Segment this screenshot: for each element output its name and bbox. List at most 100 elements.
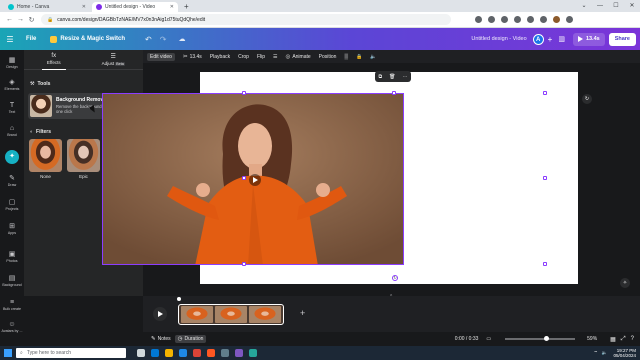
- playback-button[interactable]: Playback: [210, 54, 230, 60]
- duration-button[interactable]: ◷ Duration: [174, 335, 207, 343]
- border-style-icon[interactable]: ☰: [273, 54, 277, 60]
- flip-button[interactable]: Flip: [257, 54, 265, 60]
- app-icon[interactable]: [249, 349, 257, 357]
- resize-handle-top-left[interactable]: [242, 91, 246, 95]
- extension-icon[interactable]: [527, 16, 534, 23]
- lock-icon[interactable]: 🔒: [356, 54, 362, 60]
- cloud-save-icon[interactable]: ☁: [178, 35, 185, 43]
- timeline-play-button[interactable]: [153, 307, 167, 321]
- resize-handle-top[interactable]: [392, 91, 396, 95]
- profile-icon[interactable]: [553, 16, 560, 23]
- edge-icon[interactable]: [151, 349, 159, 357]
- app-icon[interactable]: [221, 349, 229, 357]
- refresh-icon[interactable]: ↻: [582, 94, 592, 104]
- rail-item-text[interactable]: T Text: [0, 101, 24, 115]
- redo-icon[interactable]: ↷: [160, 35, 167, 44]
- zoom-slider-knob[interactable]: [543, 336, 549, 342]
- extension-icon[interactable]: [475, 16, 482, 23]
- minimize-icon[interactable]: —: [592, 0, 608, 12]
- resize-handle-bottom-right[interactable]: [543, 262, 547, 266]
- resize-handle-right[interactable]: [543, 176, 547, 180]
- chrome-icon[interactable]: [193, 349, 201, 357]
- rail-item-apps[interactable]: ⊞ Apps: [0, 222, 24, 236]
- reload-icon[interactable]: ↻: [26, 16, 37, 24]
- file-menu-button[interactable]: File: [26, 36, 36, 42]
- trim-button[interactable]: ✂ 13.4s: [183, 54, 202, 60]
- undo-icon[interactable]: ↶: [145, 35, 152, 44]
- rail-item-bulk-create[interactable]: ≡ Bulk create: [0, 298, 24, 312]
- transparency-icon[interactable]: ▒: [344, 54, 348, 60]
- app-icon[interactable]: [235, 349, 243, 357]
- edit-video-button[interactable]: Edit video: [147, 52, 175, 61]
- chevron-up-icon[interactable]: ⌃: [389, 294, 393, 300]
- filter-none[interactable]: None: [29, 139, 62, 179]
- page-view-icon[interactable]: ▭: [486, 336, 491, 342]
- delete-icon[interactable]: 🗑: [389, 74, 395, 80]
- rotate-handle-icon[interactable]: ↻: [392, 275, 398, 281]
- mail-icon[interactable]: [179, 349, 187, 357]
- filter-epic[interactable]: Epic: [67, 139, 100, 179]
- fullscreen-icon[interactable]: ⤢: [621, 336, 626, 343]
- add-collaborator-icon[interactable]: +: [548, 35, 553, 44]
- add-page-button[interactable]: +: [300, 308, 305, 318]
- zoom-slider[interactable]: [505, 336, 576, 342]
- rail-item-brand[interactable]: ⌂ Brand: [0, 124, 24, 138]
- resize-handle-bottom-left[interactable]: [242, 262, 246, 266]
- rail-item-draw[interactable]: ✎ Draw: [0, 174, 24, 188]
- volume-icon[interactable]: 🔈: [602, 350, 608, 356]
- rail-item-magic[interactable]: ✦: [0, 150, 24, 164]
- rail-item-projects[interactable]: ▢ Projects: [0, 198, 24, 212]
- firefox-icon[interactable]: [207, 349, 215, 357]
- url-field[interactable]: 🔒 canva.com/design/DAGBbTzNAE/MV7x0n3nAi…: [41, 14, 451, 25]
- browser-tab-design[interactable]: Untitled design - Video ✕: [92, 2, 178, 12]
- volume-icon[interactable]: 🔈: [370, 54, 376, 60]
- tab-effects[interactable]: fx Effects: [24, 50, 84, 70]
- resize-magic-switch-button[interactable]: Resize & Magic Switch: [50, 35, 125, 43]
- more-icon[interactable]: ⋯: [402, 74, 407, 80]
- task-view-icon[interactable]: [137, 349, 145, 357]
- notes-button[interactable]: ✎ Notes: [151, 336, 171, 342]
- crop-button[interactable]: Crop: [238, 54, 249, 60]
- extension-icon[interactable]: [540, 16, 547, 23]
- rail-item-background[interactable]: ▤ Background: [0, 274, 24, 288]
- extension-icon[interactable]: [501, 16, 508, 23]
- taskbar-search[interactable]: ⌕ Type here to search: [16, 348, 126, 358]
- duplicate-icon[interactable]: ⧉: [379, 74, 383, 80]
- close-icon[interactable]: ✕: [170, 4, 174, 10]
- back-icon[interactable]: ←: [4, 16, 15, 23]
- grid-view-icon[interactable]: ▦: [610, 336, 616, 343]
- rail-item-avatars[interactable]: ☺ Avatars by ...: [0, 320, 24, 334]
- chevron-down-icon[interactable]: ⌄: [576, 0, 592, 12]
- position-button[interactable]: Position: [319, 54, 337, 60]
- document-title[interactable]: Untitled design - Video: [471, 36, 526, 42]
- zoom-level[interactable]: 59%: [587, 336, 597, 342]
- file-explorer-icon[interactable]: [165, 349, 173, 357]
- new-tab-button[interactable]: +: [184, 2, 189, 12]
- rail-item-photos[interactable]: ▣ Photos: [0, 250, 24, 264]
- taskbar-clock[interactable]: 19:27 PM 05/04/2024: [613, 348, 636, 358]
- insights-icon[interactable]: ▥: [558, 35, 565, 43]
- windows-start-icon[interactable]: [0, 346, 16, 360]
- close-window-icon[interactable]: ✕: [624, 0, 640, 12]
- rail-item-design[interactable]: ▦ Design: [0, 56, 24, 70]
- magic-assistant-icon[interactable]: ✧: [620, 278, 630, 288]
- animate-button[interactable]: ◎ Animate: [286, 54, 311, 60]
- present-play-button[interactable]: 13.4s: [572, 32, 605, 46]
- rail-item-elements[interactable]: ◈ Elements: [0, 78, 24, 92]
- playhead-handle[interactable]: [177, 297, 181, 301]
- video-clip-track[interactable]: [178, 304, 284, 325]
- help-icon[interactable]: ?: [631, 336, 634, 343]
- extension-icon[interactable]: [488, 16, 495, 23]
- extension-icon[interactable]: [514, 16, 521, 23]
- more-menu-icon[interactable]: [566, 16, 573, 23]
- close-icon[interactable]: ✕: [82, 4, 86, 10]
- share-button[interactable]: Share: [608, 32, 636, 46]
- resize-handle-left[interactable]: [242, 176, 246, 180]
- resize-handle-top-right[interactable]: [543, 91, 547, 95]
- network-icon[interactable]: ⌔: [594, 350, 598, 356]
- video-play-overlay-icon[interactable]: [249, 174, 261, 186]
- tab-adjust[interactable]: ☰ Adjust Beta: [84, 50, 144, 69]
- maximize-icon[interactable]: ☐: [608, 0, 624, 12]
- video-element[interactable]: [102, 93, 404, 265]
- avatar[interactable]: A: [532, 33, 544, 45]
